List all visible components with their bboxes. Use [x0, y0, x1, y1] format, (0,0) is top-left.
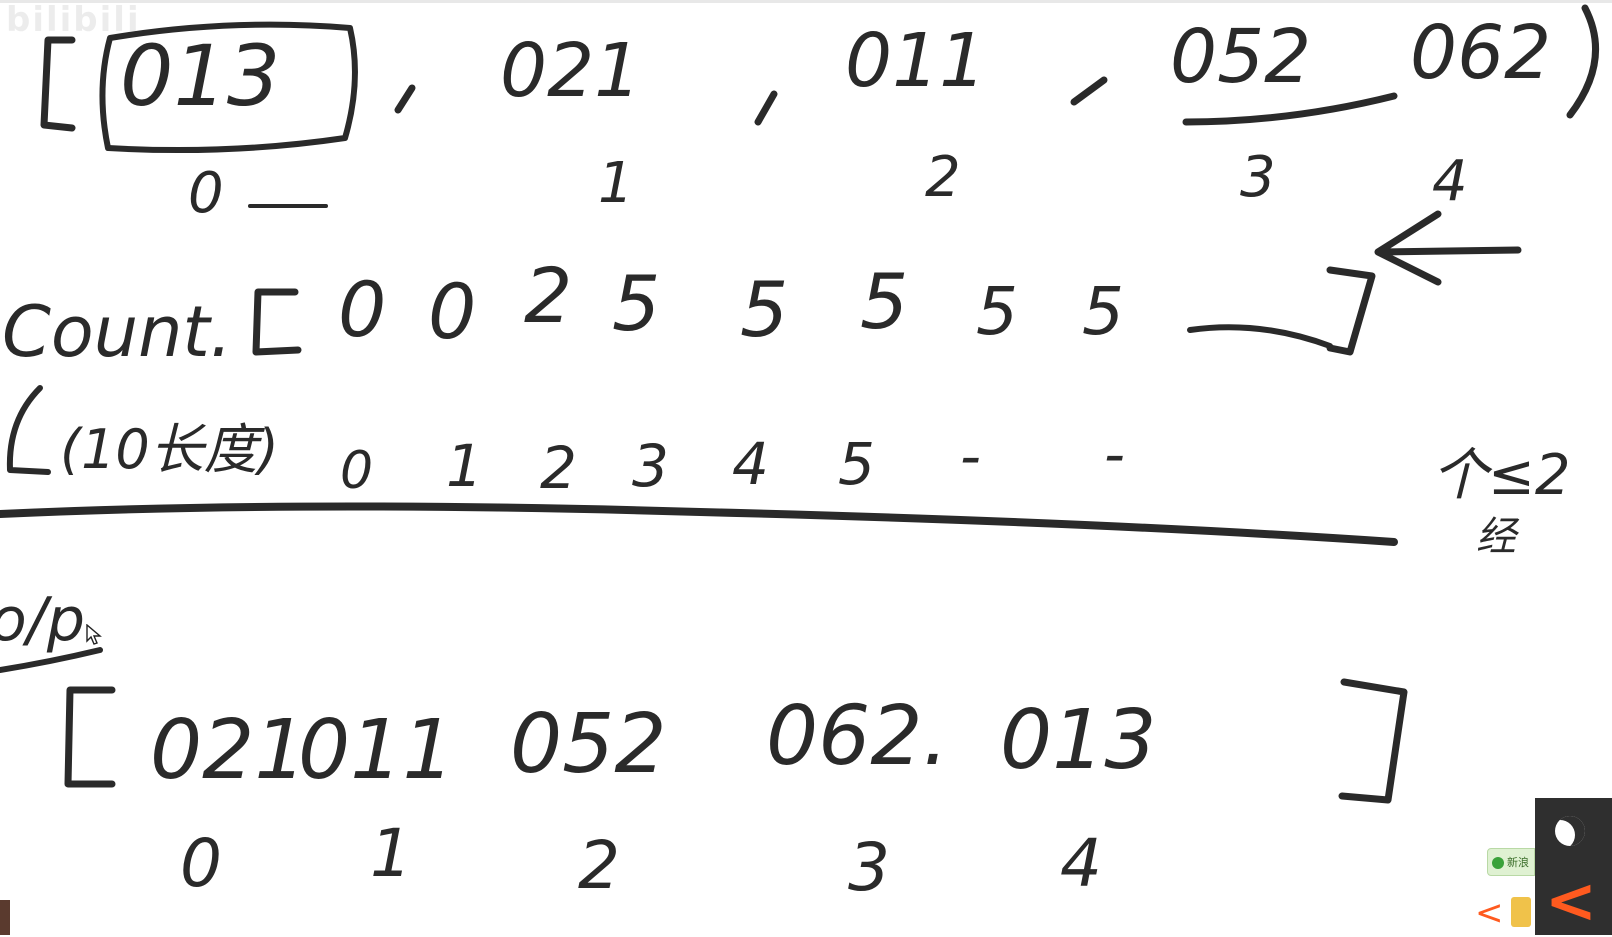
row1-index-1: 1 [598, 151, 634, 216]
count-arrow [1374, 210, 1522, 286]
count-index-7: - [1104, 420, 1125, 488]
output-group: o/p 021 011 052 062. 013 0 1 2 3 4 [0, 585, 1408, 906]
output-item-2: 052 [510, 697, 667, 792]
count-index-0: 0 [340, 441, 373, 501]
output-item-0: 021 [150, 703, 307, 798]
row1-group: 013 021 011 052 062 0 1 2 3 4 [40, 4, 1600, 226]
row1-comma-3 [1070, 76, 1108, 106]
count-trailing-line [1187, 324, 1333, 349]
row1-item-0: 013 [120, 27, 280, 125]
pip-video-panel[interactable]: < [1535, 798, 1612, 935]
count-index-3: 3 [632, 432, 669, 500]
output-index-3: 3 [848, 829, 890, 906]
count-right-bracket [1326, 266, 1376, 356]
section-divider [0, 502, 1398, 546]
count-value-0: 0 [338, 265, 386, 354]
prev-arrow-button[interactable]: < [1475, 896, 1504, 930]
count-note: (10长度) [60, 418, 279, 481]
count-index-4: 4 [732, 430, 769, 498]
row1-item-3: 052 [1170, 14, 1311, 100]
row1-index-0: 0 [188, 161, 224, 226]
row1-index-4: 4 [1432, 149, 1468, 214]
count-value-2: 2 [524, 251, 572, 340]
output-item-1: 011 [298, 703, 455, 798]
row1-item-1: 021 [500, 28, 641, 114]
output-item-4: 013 [1000, 693, 1157, 788]
output-left-bracket [64, 686, 116, 788]
output-label: o/p [0, 585, 85, 655]
notification-popup[interactable]: 新浪 [1487, 848, 1535, 876]
count-value-3: 5 [612, 259, 660, 348]
output-index-4: 4 [1060, 825, 1102, 902]
chat-icon [1492, 857, 1504, 869]
side-note-line1: 个≤2 [1432, 443, 1571, 508]
left-edge-thumbnail [0, 900, 10, 935]
tray-app-icon[interactable] [1511, 897, 1531, 927]
count-index-6: - [960, 422, 981, 490]
row1-index-3: 3 [1240, 145, 1276, 210]
output-index-1: 1 [370, 815, 412, 892]
whiteboard-canvas: 013 021 011 052 062 0 1 2 3 4 Count. 0 0… [0, 4, 1600, 906]
row1-comma-2 [754, 90, 778, 126]
output-item-3: 062. [766, 689, 949, 784]
output-index-0: 0 [180, 825, 222, 902]
notification-text: 新浪 [1507, 856, 1529, 869]
side-note-line2: 经 [1476, 514, 1520, 560]
count-index-2: 2 [540, 434, 577, 502]
count-index-1: 1 [446, 432, 483, 500]
row1-right-bracket [1566, 4, 1600, 119]
count-value-4: 5 [740, 265, 788, 354]
count-value-6: 5 [976, 273, 1018, 350]
count-left-bracket [252, 288, 302, 356]
moon-icon [1555, 816, 1585, 846]
row1-item-4: 062 [1410, 10, 1551, 96]
output-index-2: 2 [578, 827, 620, 904]
count-value-1: 0 [428, 267, 476, 356]
count-index-5: 5 [838, 430, 875, 498]
row1-item-2: 011 [845, 18, 986, 104]
count-note-paren [6, 385, 51, 475]
row1-left-bracket [40, 36, 76, 132]
pip-back-arrow-icon[interactable]: < [1545, 870, 1597, 932]
row1-index-2: 2 [925, 145, 961, 210]
count-value-7: 5 [1082, 273, 1124, 350]
row1-comma-1 [394, 84, 416, 114]
count-value-5: 5 [860, 257, 908, 346]
count-label: Count. [2, 291, 232, 373]
output-right-bracket [1338, 678, 1408, 804]
